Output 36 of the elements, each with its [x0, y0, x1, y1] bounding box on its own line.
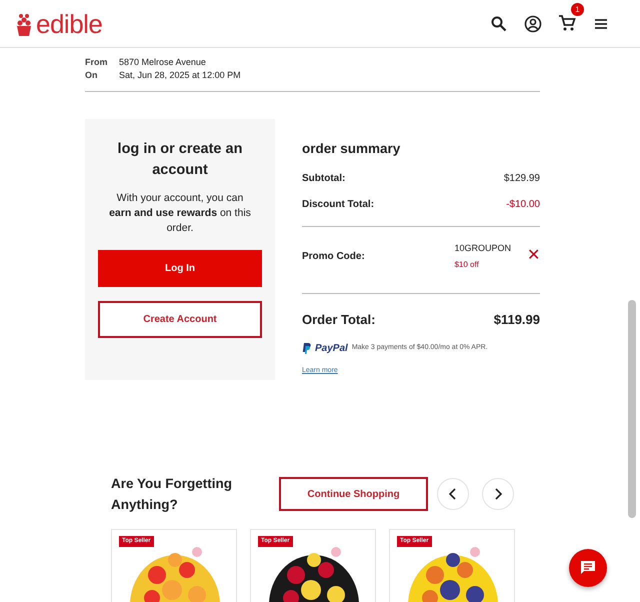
- chat-button[interactable]: [569, 549, 607, 587]
- summary-value: -$10.00: [506, 198, 540, 212]
- next-button[interactable]: [482, 478, 514, 510]
- flower-basket-icon: [16, 12, 32, 36]
- summary-value: $129.99: [504, 172, 540, 186]
- account-title: log in or create an account: [116, 140, 244, 180]
- summary-title: order summary: [302, 141, 402, 158]
- cart-count-badge: 1: [571, 2, 584, 16]
- order-total-value: $119.99: [494, 310, 540, 329]
- remove-promo-button[interactable]: ✕: [527, 244, 540, 268]
- summary-label: Subtotal:: [302, 172, 346, 186]
- scrollbar-thumb[interactable]: [628, 300, 636, 518]
- section-title: Are You Forgetting Anything?: [111, 475, 233, 514]
- delivery-label: On: [85, 69, 98, 82]
- cart-icon[interactable]: [558, 14, 576, 32]
- chevron-left-icon: [448, 488, 458, 500]
- promo-discount: $10 off: [454, 258, 480, 271]
- account-icon[interactable]: [524, 14, 542, 32]
- delivery-label: From: [85, 56, 108, 69]
- chat-icon: [580, 560, 596, 576]
- promo-code: 10GROUPON: [454, 242, 511, 256]
- delivery-value: Sat, Jun 28, 2025 at 12:00 PM: [119, 69, 241, 82]
- logo[interactable]: edible: [36, 10, 102, 36]
- order-total-label: Order Total:: [302, 310, 376, 329]
- chevron-right-icon: [493, 488, 503, 500]
- search-icon[interactable]: [490, 14, 508, 32]
- login-button[interactable]: Log In: [98, 250, 262, 287]
- paypal-logo: PayPal: [315, 342, 348, 356]
- account-description: With your account, you can earn and use rewards on this order.: [108, 191, 252, 236]
- summary-label: Discount Total:: [302, 198, 374, 212]
- create-account-button[interactable]: Create Account: [98, 301, 262, 338]
- delivery-value: 5870 Melrose Avenue: [119, 56, 206, 69]
- paypal-icon: [302, 343, 311, 354]
- previous-button[interactable]: [437, 478, 469, 510]
- promo-label: Promo Code:: [302, 250, 365, 264]
- continue-shopping-button[interactable]: Continue Shopping: [279, 477, 428, 512]
